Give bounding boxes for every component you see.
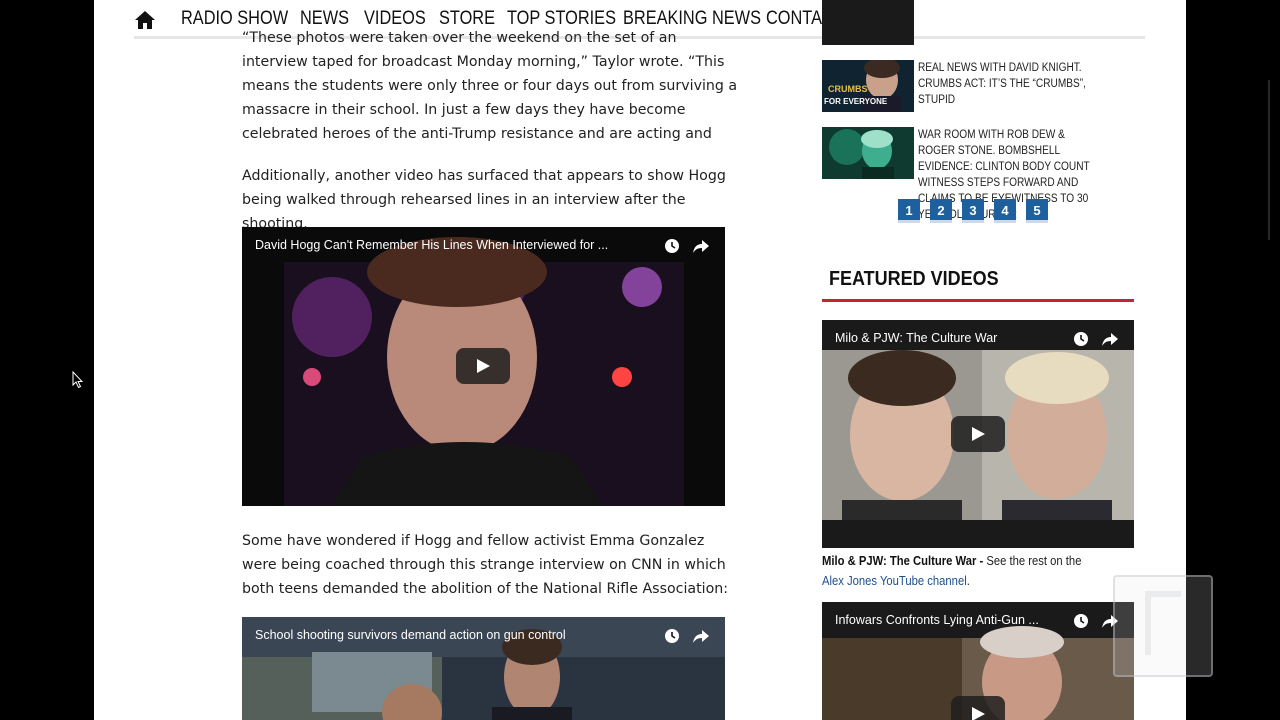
article-paragraph-1-text: “These photos were taken over the weeken… <box>242 30 738 142</box>
featured-video-1-caption: Milo & PJW: The Culture War - See the re… <box>822 551 1103 591</box>
pagination-page-2[interactable]: 2 <box>930 199 952 223</box>
featured-videos-heading: FEATURED VIDEOS <box>829 268 999 290</box>
pagination-page-3[interactable]: 3 <box>962 199 984 223</box>
nav-news[interactable]: NEWS <box>300 8 349 30</box>
caption-end: . <box>966 574 970 588</box>
watch-later-icon[interactable] <box>1073 331 1089 347</box>
featured-video-2[interactable]: Infowars Confronts Lying Anti-Gun ... <box>822 602 1134 720</box>
pagination-page-4[interactable]: 4 <box>994 199 1016 223</box>
play-button[interactable] <box>951 416 1005 452</box>
mouse-cursor-icon <box>72 371 84 389</box>
article-paragraph-3: Some have wondered if Hogg and fellow ac… <box>242 533 729 597</box>
sidebar-story-1-thumb[interactable]: CRUMBS FOR EVERYONE <box>822 60 914 112</box>
svg-text:CRUMBS: CRUMBS <box>828 84 868 94</box>
share-icon[interactable] <box>1101 331 1119 347</box>
nav-videos[interactable]: VIDEOS <box>364 8 426 30</box>
play-button[interactable] <box>951 696 1005 720</box>
article-paragraph-1: “These photos were taken over the weeken… <box>242 28 742 148</box>
pagination-page-1[interactable]: 1 <box>898 199 920 223</box>
svg-text:FOR EVERYONE: FOR EVERYONE <box>824 97 888 106</box>
caption-title: Milo & PJW: The Culture War - <box>822 554 984 568</box>
overlay-watermark-icon <box>1113 575 1213 677</box>
sidebar-story-thumb-partial[interactable] <box>822 0 914 45</box>
article-video-2[interactable]: School shooting survivors demand action … <box>242 617 725 720</box>
article-video-1[interactable]: David Hogg Can't Remember His Lines When… <box>242 227 725 506</box>
nav-radio-show[interactable]: RADIO SHOW <box>181 8 288 30</box>
watch-later-icon[interactable] <box>664 628 680 644</box>
page: RADIO SHOW NEWS VIDEOS STORE TOP STORIES… <box>94 0 1186 720</box>
nav-breaking-news[interactable]: BREAKING NEWS <box>623 8 761 30</box>
watch-later-icon[interactable] <box>1073 613 1089 629</box>
sidebar-story-1-title[interactable]: REAL NEWS WITH DAVID KNIGHT. CRUMBS ACT:… <box>918 60 1105 108</box>
caption-text: See the rest on the <box>983 554 1082 568</box>
nav-top-stories[interactable]: TOP STORIES <box>507 8 616 30</box>
featured-video-1[interactable]: Milo & PJW: The Culture War <box>822 320 1134 548</box>
youtube-channel-link[interactable]: Alex Jones YouTube channel <box>822 574 967 588</box>
featured-video-2-title: Infowars Confronts Lying Anti-Gun ... <box>835 613 1039 627</box>
story-1-thumbnail: CRUMBS FOR EVERYONE <box>822 60 914 112</box>
video-1-title: David Hogg Can't Remember His Lines When… <box>255 238 609 252</box>
article-paragraph-2: Additionally, another video has surfaced… <box>242 168 726 232</box>
home-icon[interactable] <box>134 10 156 30</box>
story-2-thumbnail <box>822 127 914 179</box>
video-2-title: School shooting survivors demand action … <box>255 628 566 642</box>
share-icon[interactable] <box>692 628 710 644</box>
featured-divider <box>822 299 1134 302</box>
nav-store[interactable]: STORE <box>439 8 495 30</box>
share-icon[interactable] <box>692 238 710 254</box>
play-button[interactable] <box>456 348 510 384</box>
watch-later-icon[interactable] <box>664 238 680 254</box>
sidebar-story-2-thumb[interactable] <box>822 127 914 179</box>
scroll-edge <box>1268 80 1270 240</box>
featured-video-1-title: Milo & PJW: The Culture War <box>835 331 998 345</box>
pagination-page-5[interactable]: 5 <box>1026 199 1048 223</box>
